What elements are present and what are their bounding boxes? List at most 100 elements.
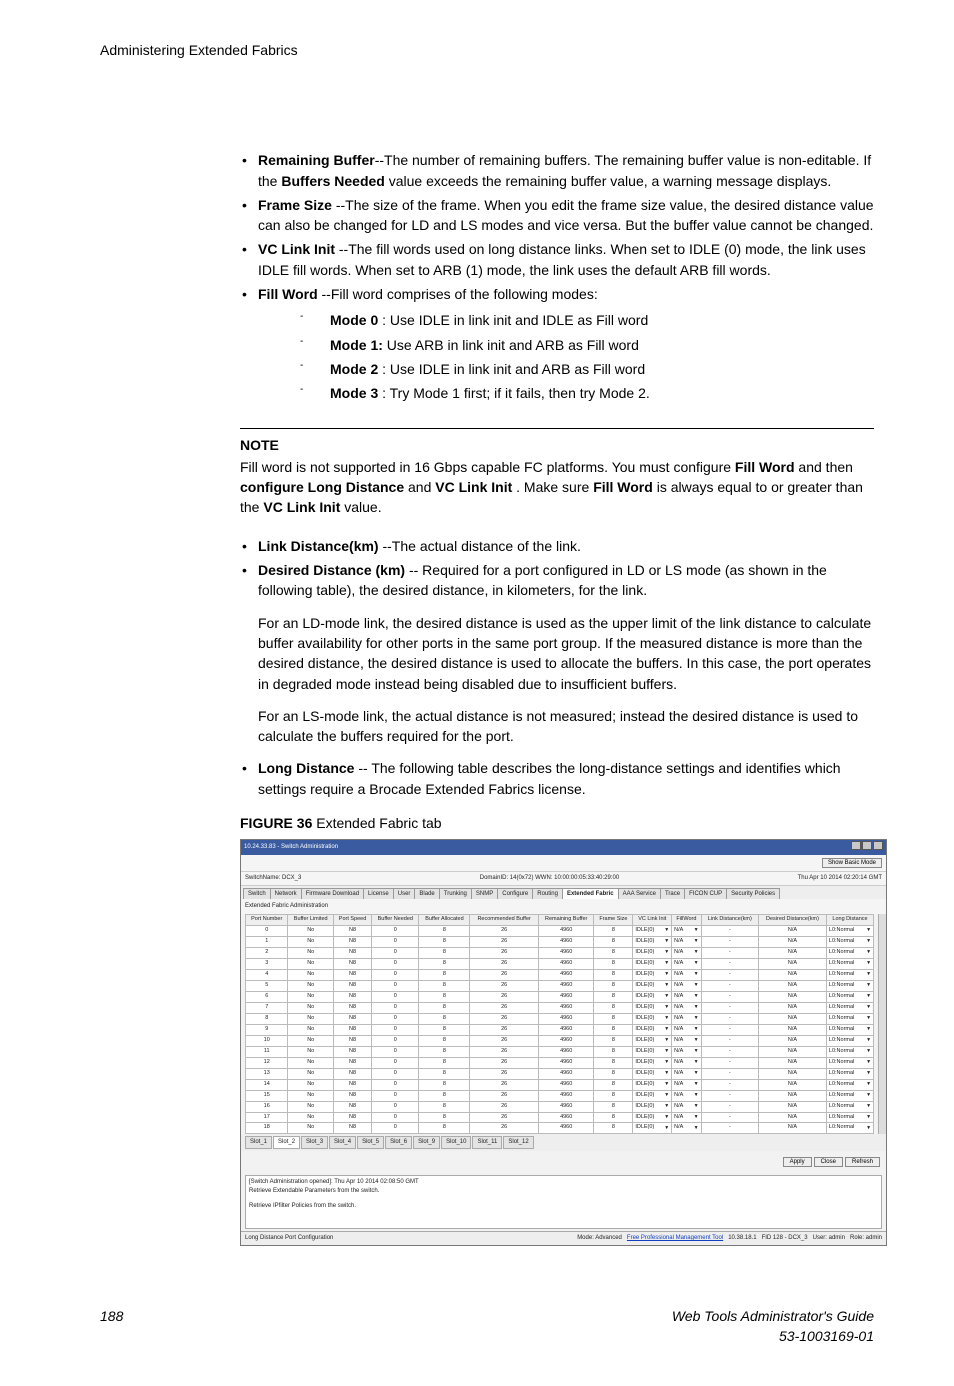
cell[interactable]: N/A▼ — [672, 926, 701, 937]
cell[interactable]: IDLE(0)▼ — [633, 1013, 672, 1024]
cell[interactable]: N/A▼ — [672, 1013, 701, 1024]
cell[interactable]: L0:Normal▼ — [826, 1035, 873, 1046]
slot-tab[interactable]: Slot_5 — [357, 1136, 384, 1149]
cell[interactable]: IDLE(0)▼ — [633, 937, 672, 948]
cell[interactable]: N/A▼ — [672, 1079, 701, 1090]
cell[interactable]: N/A▼ — [672, 969, 701, 980]
cell[interactable]: N/A▼ — [672, 1101, 701, 1112]
minimize-icon[interactable] — [851, 841, 861, 850]
cell[interactable]: L0:Normal▼ — [826, 1112, 873, 1123]
tab-license[interactable]: License — [363, 888, 394, 900]
slot-tab[interactable]: Slot_9 — [413, 1136, 440, 1149]
cell: 0 — [372, 1068, 419, 1079]
cell: No — [288, 937, 334, 948]
cell[interactable]: IDLE(0)▼ — [633, 1002, 672, 1013]
cell: N8 — [333, 958, 371, 969]
cell[interactable]: L0:Normal▼ — [826, 1002, 873, 1013]
tab-trace[interactable]: Trace — [660, 888, 685, 900]
cell[interactable]: L0:Normal▼ — [826, 1046, 873, 1057]
tab-blade[interactable]: Blade — [414, 888, 439, 900]
tab-routing[interactable]: Routing — [532, 888, 563, 900]
tab-snmp[interactable]: SNMP — [471, 888, 498, 900]
cell[interactable]: N/A▼ — [672, 1002, 701, 1013]
timestamp: Thu Apr 10 2014 02:20:14 GMT — [798, 874, 882, 883]
cell[interactable]: IDLE(0)▼ — [633, 1068, 672, 1079]
cell: 8 — [419, 926, 470, 937]
refresh-button[interactable]: Refresh — [845, 1157, 880, 1167]
maximize-icon[interactable] — [862, 841, 872, 850]
cell[interactable]: N/A▼ — [672, 1057, 701, 1068]
cell[interactable]: L0:Normal▼ — [826, 1068, 873, 1079]
cell[interactable]: IDLE(0)▼ — [633, 980, 672, 991]
cell[interactable]: N/A▼ — [672, 1068, 701, 1079]
cell[interactable]: IDLE(0)▼ — [633, 969, 672, 980]
cell[interactable]: L0:Normal▼ — [826, 1079, 873, 1090]
cell[interactable]: L0:Normal▼ — [826, 926, 873, 937]
cell[interactable]: L0:Normal▼ — [826, 1090, 873, 1101]
cell[interactable]: IDLE(0)▼ — [633, 991, 672, 1002]
table-row: 10NoN8082649608IDLE(0)▼N/A▼-N/AL0:Normal… — [246, 1035, 874, 1046]
cell[interactable]: L0:Normal▼ — [826, 947, 873, 958]
cell[interactable]: L0:Normal▼ — [826, 937, 873, 948]
apply-button[interactable]: Apply — [783, 1157, 812, 1167]
slot-tab[interactable]: Slot_10 — [441, 1136, 471, 1149]
cell[interactable]: N/A▼ — [672, 1123, 701, 1134]
cell[interactable]: L0:Normal▼ — [826, 1013, 873, 1024]
tab-switch[interactable]: Switch — [243, 888, 271, 900]
cell[interactable]: L0:Normal▼ — [826, 1101, 873, 1112]
tab-trunking[interactable]: Trunking — [439, 888, 472, 900]
cell[interactable]: IDLE(0)▼ — [633, 1101, 672, 1112]
close-button[interactable]: Close — [814, 1157, 843, 1167]
slot-tab[interactable]: Slot_3 — [301, 1136, 328, 1149]
cell[interactable]: IDLE(0)▼ — [633, 947, 672, 958]
slot-tab[interactable]: Slot_1 — [245, 1136, 272, 1149]
cell: 0 — [372, 947, 419, 958]
tab-extended-fabric[interactable]: Extended Fabric — [562, 888, 619, 900]
cell[interactable]: IDLE(0)▼ — [633, 958, 672, 969]
cell[interactable]: IDLE(0)▼ — [633, 1057, 672, 1068]
cell[interactable]: IDLE(0)▼ — [633, 1079, 672, 1090]
cell[interactable]: L0:Normal▼ — [826, 969, 873, 980]
tab-network[interactable]: Network — [270, 888, 302, 900]
slot-tab[interactable]: Slot_12 — [503, 1136, 533, 1149]
cell[interactable]: N/A▼ — [672, 947, 701, 958]
slot-tab[interactable]: Slot_4 — [329, 1136, 356, 1149]
cell[interactable]: N/A▼ — [672, 1112, 701, 1123]
cell[interactable]: N/A▼ — [672, 980, 701, 991]
cell[interactable]: L0:Normal▼ — [826, 1024, 873, 1035]
tab-aaa-service[interactable]: AAA Service — [618, 888, 661, 900]
tab-security-policies[interactable]: Security Policies — [726, 888, 780, 900]
cell[interactable]: L0:Normal▼ — [826, 1123, 873, 1134]
status-link[interactable]: Free Professional Management Tool — [627, 1235, 723, 1241]
slot-tab[interactable]: Slot_11 — [472, 1136, 502, 1149]
cell[interactable]: L0:Normal▼ — [826, 980, 873, 991]
cell[interactable]: N/A▼ — [672, 937, 701, 948]
cell[interactable]: N/A▼ — [672, 991, 701, 1002]
cell[interactable]: IDLE(0)▼ — [633, 1035, 672, 1046]
close-icon[interactable] — [873, 841, 883, 850]
cell[interactable]: N/A▼ — [672, 1090, 701, 1101]
cell[interactable]: L0:Normal▼ — [826, 1057, 873, 1068]
cell[interactable]: L0:Normal▼ — [826, 958, 873, 969]
tab-configure[interactable]: Configure — [497, 888, 533, 900]
slot-tab[interactable]: Slot_2 — [273, 1136, 300, 1149]
cell[interactable]: N/A▼ — [672, 1035, 701, 1046]
cell[interactable]: L0:Normal▼ — [826, 991, 873, 1002]
cell[interactable]: IDLE(0)▼ — [633, 926, 672, 937]
cell[interactable]: IDLE(0)▼ — [633, 1046, 672, 1057]
cell[interactable]: N/A▼ — [672, 958, 701, 969]
tab-ficon-cup[interactable]: FICON CUP — [684, 888, 727, 900]
cell: 8 — [594, 947, 633, 958]
tab-user[interactable]: User — [393, 888, 416, 900]
cell[interactable]: IDLE(0)▼ — [633, 1024, 672, 1035]
cell[interactable]: IDLE(0)▼ — [633, 1112, 672, 1123]
cell[interactable]: N/A▼ — [672, 1024, 701, 1035]
scrollbar[interactable] — [878, 914, 886, 1134]
slot-tab[interactable]: Slot_6 — [385, 1136, 412, 1149]
cell[interactable]: IDLE(0)▼ — [633, 1123, 672, 1134]
cell[interactable]: N/A▼ — [672, 1046, 701, 1057]
tab-firmware-download[interactable]: Firmware Download — [301, 888, 364, 900]
show-basic-mode-button[interactable]: Show Basic Mode — [822, 858, 882, 868]
cell: N/A — [759, 1079, 827, 1090]
cell[interactable]: IDLE(0)▼ — [633, 1090, 672, 1101]
